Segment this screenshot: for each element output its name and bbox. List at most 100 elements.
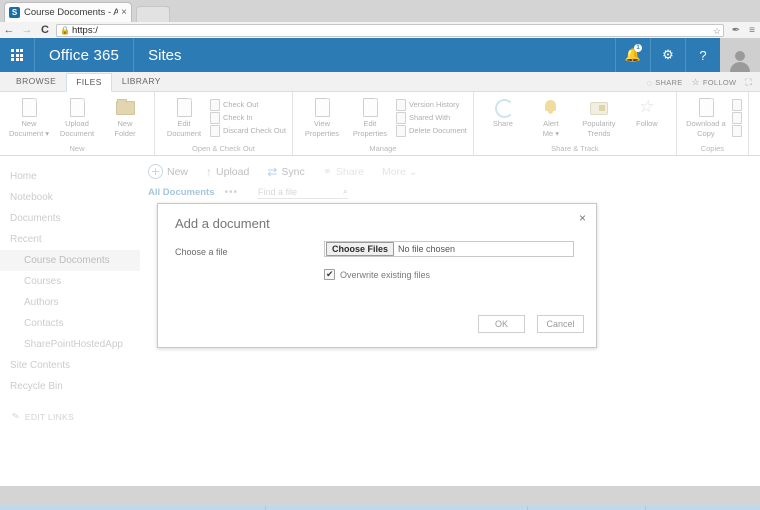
sites-link[interactable]: Sites — [134, 38, 195, 72]
follow-action[interactable]: ☆ FOLLOW — [692, 77, 737, 88]
manage-copies-button[interactable] — [731, 112, 742, 124]
ribbon-group-share-label: Share & Track — [551, 144, 599, 153]
new-folder-button[interactable]: New Folder — [102, 95, 148, 138]
new-document-label-1: New — [21, 119, 37, 128]
waffle-grid — [11, 49, 23, 61]
office365-brand[interactable]: Office 365 — [35, 38, 135, 72]
new-folder-label-1: New — [117, 119, 133, 128]
forward-icon[interactable]: → — [18, 24, 36, 36]
share-button[interactable]: Share — [480, 95, 526, 129]
copies-small-buttons — [731, 95, 742, 137]
ribbon-group-open-label: Open & Check Out — [191, 144, 255, 153]
follow-action-label: FOLLOW — [702, 78, 737, 87]
office365-suite-bar: Office 365 Sites 🔔 1 ⚙ ? — [0, 38, 760, 72]
discard-check-out-button[interactable]: Discard Check Out — [209, 125, 286, 137]
overwrite-checkbox[interactable]: ✔ — [324, 269, 335, 280]
choose-files-button[interactable]: Choose Files — [326, 242, 395, 256]
ribbon-page-actions: ◌ SHARE ☆ FOLLOW ⛶ — [647, 77, 760, 91]
alert-me-label-2: Me ▾ — [542, 128, 560, 138]
follow-button[interactable]: ☆ Follow — [624, 95, 670, 129]
extension-icon[interactable]: ✒ — [728, 25, 744, 36]
ok-button[interactable]: OK — [478, 315, 525, 333]
back-icon[interactable]: ← — [0, 24, 18, 36]
ribbon-group-copies: Download a Copy Copies — [677, 92, 749, 155]
follow-star-icon: ☆ — [637, 97, 654, 116]
edit-document-label-1: Edit — [177, 119, 191, 128]
alert-me-button[interactable]: Alert Me ▾ — [528, 95, 574, 138]
discard-check-out-label: Discard Check Out — [223, 126, 286, 135]
go-to-source-icon — [731, 125, 742, 137]
browser-menu-icon[interactable]: ≡ — [744, 25, 760, 36]
user-avatar[interactable] — [720, 38, 760, 72]
download-a-copy-button[interactable]: Download a Copy — [683, 95, 729, 138]
ribbon-group-new-label: New — [69, 144, 85, 153]
ribbon-group-manage: View Properties Edit Properties Version … — [293, 92, 474, 155]
notification-badge: 1 — [634, 44, 642, 52]
check-in-button[interactable]: Check In — [209, 112, 286, 124]
close-icon[interactable]: × — [579, 212, 586, 224]
share-button-label: Share — [492, 119, 513, 128]
go-to-source-button[interactable] — [731, 125, 742, 137]
file-input[interactable]: Choose Files No file chosen — [324, 241, 574, 257]
ribbon-group-share-track: Share Alert Me ▾ Popularity Trends ☆ Fol… — [474, 92, 677, 155]
edit-properties-label-2: Properties — [352, 128, 388, 138]
shared-with-button[interactable]: Shared With — [395, 112, 467, 124]
edit-properties-button[interactable]: Edit Properties — [347, 95, 393, 138]
upload-document-button[interactable]: Upload Document — [54, 95, 100, 138]
share-action[interactable]: ◌ SHARE — [647, 78, 683, 88]
edit-document-button[interactable]: Edit Document — [161, 95, 207, 138]
view-properties-button[interactable]: View Properties — [299, 95, 345, 138]
ribbon-tab-strip: BROWSE FILES LIBRARY ◌ SHARE ☆ FOLLOW ⛶ — [0, 72, 760, 92]
cancel-button[interactable]: Cancel — [537, 315, 584, 333]
delete-document-button[interactable]: Delete Document — [395, 125, 467, 137]
settings-gear-icon[interactable]: ⚙ — [650, 38, 685, 72]
browser-window: — □ × S Course Docoments - All D × ← → C… — [0, 0, 760, 510]
check-out-button[interactable]: Check Out — [209, 99, 286, 111]
edit-properties-icon — [359, 97, 381, 119]
dialog-title: Add a document — [175, 216, 270, 231]
send-to-button[interactable] — [731, 99, 742, 111]
delete-document-label: Delete Document — [408, 126, 467, 135]
check-icon: ✔ — [326, 269, 334, 279]
check-in-icon — [209, 112, 220, 124]
ribbon-group-workflows-label: Workflows — [755, 144, 760, 155]
address-bar-url: https:/ — [71, 24, 98, 36]
new-document-button[interactable]: New Document ▾ — [6, 95, 52, 138]
ribbon-tab-files[interactable]: FILES — [66, 73, 112, 92]
new-tab-button[interactable] — [136, 6, 170, 22]
reload-icon[interactable]: C — [36, 24, 54, 36]
star-icon: ☆ — [691, 77, 700, 87]
version-history-label: Version History — [408, 100, 460, 109]
ribbon-tab-library[interactable]: LIBRARY — [112, 72, 171, 91]
lock-icon: 🔒 — [60, 25, 70, 35]
browser-toolbar: ← → C 🔒 https:/ ☆ ✒ ≡ — [0, 22, 760, 39]
workflows-button[interactable]: Workflows — [755, 95, 760, 129]
overwrite-existing-files-row[interactable]: ✔ Overwrite existing files — [324, 269, 430, 280]
ribbon-group-share-items: Share Alert Me ▾ Popularity Trends ☆ Fol… — [480, 95, 670, 143]
notifications-bell-icon[interactable]: 🔔 1 — [615, 38, 650, 72]
open-small-buttons: Check Out Check In Discard Check Out — [209, 95, 286, 137]
browser-tab[interactable]: S Course Docoments - All D × — [4, 2, 132, 22]
bookmark-star-icon[interactable]: ☆ — [713, 26, 721, 37]
view-properties-label-2: Properties — [304, 128, 340, 138]
share-action-label: SHARE — [655, 78, 683, 87]
new-document-label-2: Document ▾ — [8, 128, 50, 138]
help-icon[interactable]: ? — [685, 38, 720, 72]
version-history-button[interactable]: Version History — [395, 99, 467, 111]
close-icon[interactable]: × — [121, 7, 127, 18]
edit-document-label-2: Document — [166, 128, 202, 138]
popularity-trends-label-2: Trends — [587, 128, 611, 138]
ribbon-group-open-check-out: Edit Document Check Out Check In Discard… — [155, 92, 293, 155]
focus-on-content-action[interactable]: ⛶ — [745, 77, 752, 88]
ribbon-group-new-items: New Document ▾ Upload Document New Folde… — [6, 95, 148, 143]
app-launcher-waffle-icon[interactable] — [0, 38, 35, 72]
upload-document-label-2: Document — [59, 128, 95, 138]
share-icon: ◌ — [646, 77, 653, 88]
ribbon-group-manage-label: Manage — [369, 144, 397, 153]
folder-icon — [114, 97, 136, 119]
follow-button-label: Follow — [636, 119, 658, 128]
popularity-trends-button[interactable]: Popularity Trends — [576, 95, 622, 138]
ribbon-tab-browse[interactable]: BROWSE — [6, 72, 66, 91]
shared-with-icon — [395, 112, 406, 124]
address-bar[interactable]: 🔒 https:/ ☆ — [56, 23, 724, 37]
